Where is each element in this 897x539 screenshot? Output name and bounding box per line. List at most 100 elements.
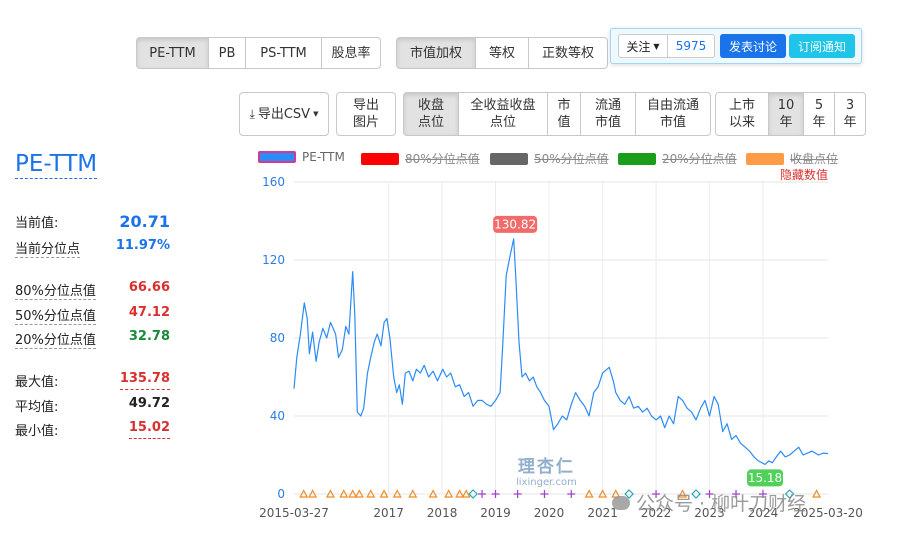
weight-tab-group: 市值加权 等权 正数等权 bbox=[396, 37, 608, 69]
stats-title: PE-TTM bbox=[15, 151, 98, 179]
range-tab-0[interactable]: 上市以来 bbox=[715, 92, 769, 136]
legend-item-3[interactable]: 20%分位点值 bbox=[618, 150, 737, 167]
avg-label: 平均值: bbox=[15, 400, 59, 415]
export-image-button[interactable]: 导出图片 bbox=[336, 92, 396, 136]
metric-tab-3[interactable]: 股息率 bbox=[321, 37, 381, 69]
event-marker bbox=[366, 489, 376, 498]
event-marker bbox=[478, 490, 487, 498]
event-marker bbox=[408, 489, 418, 498]
follow-panel: 关注 ▼ 5975 发表讨论 订阅通知 bbox=[610, 28, 862, 64]
p80-row: 80%分位点值 66.66 bbox=[15, 280, 170, 300]
metric-tab-2[interactable]: PS-TTM bbox=[245, 37, 322, 69]
x-tick-label: 2017 bbox=[373, 506, 404, 520]
max-label: 最大值: bbox=[15, 375, 59, 390]
legend-label: 80%分位点值 bbox=[405, 152, 480, 166]
post-discussion-button[interactable]: 发表讨论 bbox=[720, 34, 786, 58]
current-value: 20.71 bbox=[119, 212, 170, 231]
legend-swatch bbox=[258, 151, 296, 163]
avg-row: 平均值: 49.72 bbox=[15, 396, 170, 415]
event-marker bbox=[325, 489, 335, 498]
p80-value: 66.66 bbox=[128, 280, 170, 295]
metric-tab-0[interactable]: PE-TTM bbox=[136, 37, 209, 69]
event-marker bbox=[455, 489, 465, 498]
current-percentile-row: 当前分位点 11.97% bbox=[15, 238, 170, 258]
current-value-row: 当前值: 20.71 bbox=[15, 212, 170, 231]
metric-tab-1[interactable]: PB bbox=[208, 37, 246, 69]
weight-tab-1[interactable]: 等权 bbox=[475, 37, 529, 69]
price-tab-4[interactable]: 自由流通市值 bbox=[635, 92, 711, 136]
wechat-icon bbox=[612, 495, 630, 510]
wechat-watermark: 公众号 · 柳叶刀财经 bbox=[612, 489, 806, 516]
max-data-label: 130.82 bbox=[494, 217, 536, 231]
min-data-label: 15.18 bbox=[748, 471, 782, 485]
caret-down-icon: ▼ bbox=[653, 41, 660, 51]
price-tab-3[interactable]: 流通市值 bbox=[580, 92, 636, 136]
metric-tab-group: PE-TTM PB PS-TTM 股息率 bbox=[136, 37, 381, 69]
legend-swatch bbox=[618, 152, 656, 165]
min-value[interactable]: 15.02 bbox=[128, 420, 170, 439]
y-tick-label: 0 bbox=[277, 487, 285, 501]
legend-item-1[interactable]: 80%分位点值 bbox=[361, 150, 480, 167]
event-marker bbox=[444, 489, 454, 498]
price-tab-1[interactable]: 全收益收盘点位 bbox=[458, 92, 548, 136]
hide-values-toggle[interactable]: 隐藏数值 bbox=[780, 166, 828, 183]
follow-label: 关注 bbox=[626, 39, 651, 54]
avg-value: 49.72 bbox=[128, 396, 170, 411]
max-row: 最大值: 135.78 bbox=[15, 371, 170, 390]
current-value-label: 当前值: bbox=[15, 216, 59, 231]
export-image-label: 导出图片 bbox=[352, 98, 379, 130]
event-marker bbox=[392, 489, 402, 498]
legend-item-2[interactable]: 50%分位点值 bbox=[490, 150, 609, 167]
current-percentile-label: 当前分位点 bbox=[15, 238, 81, 258]
p20-label: 20%分位点值 bbox=[15, 329, 96, 349]
max-label-badge bbox=[493, 215, 538, 233]
subscribe-button[interactable]: 订阅通知 bbox=[789, 34, 855, 58]
x-tick-label: 2020 bbox=[534, 506, 565, 520]
range-tab-3[interactable]: 3年 bbox=[834, 92, 866, 136]
event-marker bbox=[468, 489, 478, 499]
p80-label: 80%分位点值 bbox=[15, 280, 96, 300]
export-csv-button[interactable]: ⤓ 导出CSV ▼ bbox=[239, 92, 329, 136]
legend-label: 50%分位点值 bbox=[534, 152, 609, 166]
legend-item-0[interactable]: PE-TTM bbox=[258, 150, 345, 164]
follow-dropdown[interactable]: 关注 ▼ bbox=[618, 34, 668, 58]
export-csv-label: 导出CSV bbox=[257, 106, 311, 122]
x-tick-label: 2019 bbox=[480, 506, 511, 520]
event-marker bbox=[461, 489, 471, 498]
range-tab-1[interactable]: 10年 bbox=[768, 92, 804, 136]
event-marker bbox=[598, 489, 608, 498]
range-tab-group: 上市以来 10年 5年 3年 bbox=[715, 92, 866, 136]
x-tick-label: 2018 bbox=[427, 506, 458, 520]
event-marker bbox=[299, 489, 309, 498]
min-label-badge bbox=[747, 469, 784, 487]
p20-value: 32.78 bbox=[128, 329, 170, 344]
y-tick-label: 160 bbox=[262, 175, 285, 189]
min-label: 最小值: bbox=[15, 424, 59, 439]
brand-watermark: 理杏仁 lixinger.com bbox=[516, 452, 577, 488]
legend-label: PE-TTM bbox=[302, 150, 345, 164]
legend-item-4[interactable]: 收盘点位 bbox=[746, 150, 838, 167]
price-tab-0[interactable]: 收盘点位 bbox=[403, 92, 459, 136]
p20-row: 20%分位点值 32.78 bbox=[15, 329, 170, 349]
p50-row: 50%分位点值 47.12 bbox=[15, 305, 170, 325]
price-tab-group: 收盘点位 全收益收盘点位 市值 流通市值 自由流通市值 bbox=[403, 92, 711, 136]
y-tick-label: 120 bbox=[262, 253, 285, 267]
event-marker bbox=[584, 489, 594, 498]
price-tab-2[interactable]: 市值 bbox=[547, 92, 581, 136]
event-marker bbox=[354, 489, 364, 498]
range-tab-2[interactable]: 5年 bbox=[803, 92, 835, 136]
follow-count: 5975 bbox=[667, 34, 715, 58]
event-marker bbox=[339, 489, 349, 498]
event-marker bbox=[513, 490, 522, 498]
event-marker bbox=[428, 489, 438, 498]
brand-watermark-text: 理杏仁 bbox=[517, 457, 575, 477]
event-marker bbox=[379, 489, 389, 498]
event-marker bbox=[540, 490, 549, 498]
weight-tab-0[interactable]: 市值加权 bbox=[396, 37, 476, 69]
p50-value: 47.12 bbox=[128, 305, 170, 320]
legend-swatch bbox=[361, 152, 399, 165]
weight-tab-2[interactable]: 正数等权 bbox=[528, 37, 608, 69]
caret-down-icon: ▼ bbox=[313, 109, 319, 118]
event-marker bbox=[567, 490, 576, 498]
max-value[interactable]: 135.78 bbox=[119, 371, 170, 390]
